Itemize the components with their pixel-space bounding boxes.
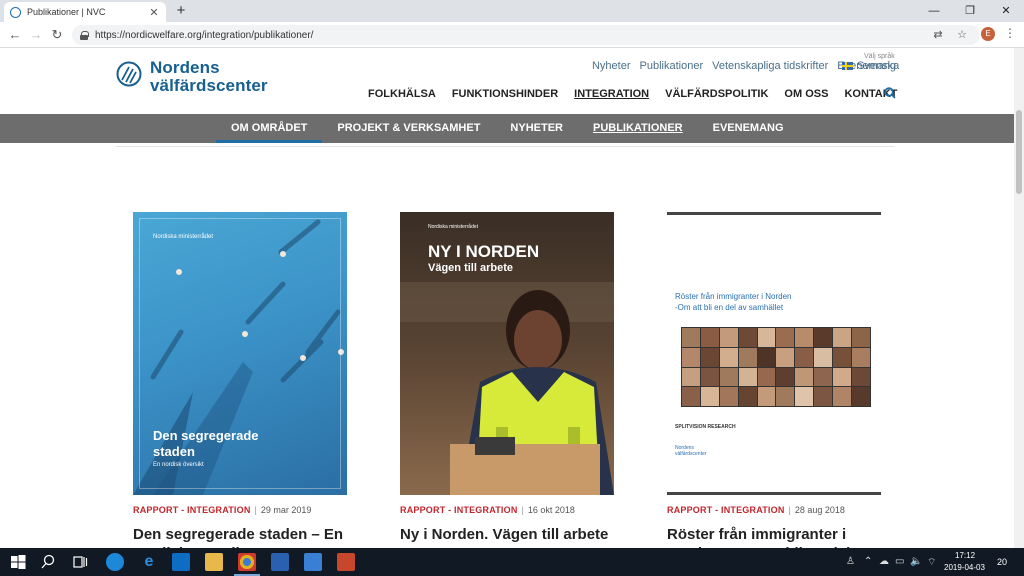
cover-subtitle: En nordisk översikt bbox=[153, 462, 204, 468]
content-divider bbox=[116, 146, 895, 147]
people-icon[interactable]: ♙ bbox=[846, 556, 855, 567]
maximize-button[interactable]: ❐ bbox=[952, 0, 988, 22]
publication-cover[interactable]: Nordiska ministerrådet Den segregerade s… bbox=[133, 212, 347, 495]
publication-meta: RAPPORT - INTEGRATION | 28 aug 2018 bbox=[667, 505, 845, 515]
translate-icon[interactable]: ⇄ bbox=[930, 26, 946, 44]
nav-valfardspolitik[interactable]: VÄLFÄRDSPOLITIK bbox=[665, 88, 768, 100]
language-value: Svenska bbox=[857, 60, 900, 72]
toplink-publikationer[interactable]: Publikationer bbox=[640, 60, 704, 72]
back-arrow-icon[interactable]: ← bbox=[6, 26, 24, 44]
language-label: Välj språk bbox=[864, 53, 895, 60]
publication-date: 29 mar 2019 bbox=[260, 505, 312, 515]
cover-title: Röster från immigranter i Norden -Om att… bbox=[675, 292, 792, 312]
taskbar-time[interactable]: 17:12 bbox=[955, 551, 975, 560]
cover-org: Nordiska ministerrådet bbox=[153, 234, 214, 240]
site-favicon-icon bbox=[10, 6, 21, 18]
tab-title: Publikationer | NVC bbox=[27, 7, 106, 17]
web-page: Nordens välfärdscenter Nyheter Publikati… bbox=[0, 48, 1014, 548]
swedish-flag-icon bbox=[842, 62, 853, 70]
publication-category[interactable]: RAPPORT - INTEGRATION bbox=[667, 505, 785, 515]
notification-count[interactable]: 20 bbox=[997, 557, 1007, 567]
subnav-publikationer[interactable]: PUBLIKATIONER bbox=[578, 114, 698, 143]
subnav-om-omradet[interactable]: OM OMRÅDET bbox=[216, 114, 323, 143]
publication-card[interactable]: Röster från immigranter i Norden -Om att… bbox=[667, 212, 881, 548]
file-explorer-icon[interactable] bbox=[205, 553, 223, 571]
edge-icon[interactable]: e bbox=[140, 553, 158, 571]
page-scrollbar[interactable] bbox=[1014, 48, 1024, 548]
logo-line-2: välfärdscenter bbox=[150, 76, 268, 95]
toplink-tidskrifter[interactable]: Vetenskapliga tidskrifter bbox=[712, 60, 828, 72]
publication-card[interactable]: Nordiska ministerrådet NY I NORDEN Vägen… bbox=[400, 212, 614, 544]
reload-icon[interactable]: ↻ bbox=[48, 26, 66, 44]
main-nav: FOLKHÄLSA FUNKTIONSHINDER INTEGRATION VÄ… bbox=[368, 88, 913, 100]
tray-expand-icon[interactable]: ⌃ bbox=[864, 556, 872, 567]
onedrive-icon[interactable]: ☁ bbox=[879, 556, 889, 567]
battery-icon[interactable]: ▭ bbox=[895, 556, 904, 567]
nav-integration[interactable]: INTEGRATION bbox=[574, 88, 649, 100]
minimize-button[interactable]: — bbox=[916, 0, 952, 22]
nav-funktionshinder[interactable]: FUNKTIONSHINDER bbox=[452, 88, 558, 100]
cover-bottom-rule bbox=[667, 492, 881, 495]
address-bar[interactable]: https://nordicwelfare.org/integration/pu… bbox=[72, 25, 980, 45]
word-icon[interactable] bbox=[271, 553, 289, 571]
network-icon[interactable]: ⌔ bbox=[927, 556, 936, 569]
browser-tab[interactable]: Publikationer | NVC ✕ bbox=[4, 2, 166, 22]
cover-title: NY I NORDEN bbox=[428, 242, 540, 261]
language-selector[interactable]: Svenska bbox=[842, 60, 899, 72]
app-window-icon[interactable] bbox=[304, 553, 322, 571]
publication-date: 28 aug 2018 bbox=[794, 505, 845, 515]
cover-logo: Nordens välfärdscenter bbox=[675, 445, 707, 457]
subnav-projekt[interactable]: PROJEKT & VERKSAMHET bbox=[322, 114, 495, 143]
skype-icon[interactable] bbox=[106, 553, 124, 571]
publication-cover[interactable]: Röster från immigranter i Norden -Om att… bbox=[667, 212, 881, 495]
publication-title[interactable]: Röster från immigranter i Norden – om at… bbox=[667, 525, 881, 548]
windows-start-icon[interactable] bbox=[9, 553, 27, 571]
publication-category[interactable]: RAPPORT - INTEGRATION bbox=[400, 505, 518, 515]
publication-cover[interactable]: Nordiska ministerrådet NY I NORDEN Vägen… bbox=[400, 212, 614, 495]
publication-date: 16 okt 2018 bbox=[527, 505, 575, 515]
publication-title[interactable]: Den segregerade staden – En nordisk över… bbox=[133, 525, 347, 548]
tab-close-icon[interactable]: ✕ bbox=[148, 6, 160, 19]
nav-om-oss[interactable]: OM OSS bbox=[784, 88, 828, 100]
search-taskbar-icon[interactable] bbox=[39, 553, 57, 571]
sub-nav: OM OMRÅDET PROJEKT & VERKSAMHET NYHETER … bbox=[0, 114, 1014, 143]
browser-toolbar: ← → ↻ https://nordicwelfare.org/integrat… bbox=[0, 22, 1024, 48]
publication-meta: RAPPORT - INTEGRATION | 16 okt 2018 bbox=[400, 505, 575, 515]
powerpoint-icon[interactable] bbox=[337, 553, 355, 571]
cover-brand: SPLITVISION RESEARCH bbox=[675, 424, 736, 430]
search-icon[interactable] bbox=[884, 87, 896, 99]
lock-icon bbox=[80, 30, 89, 40]
publication-meta: RAPPORT - INTEGRATION | 29 mar 2019 bbox=[133, 505, 312, 515]
cover-org: Nordiska ministerrådet bbox=[428, 224, 479, 230]
subnav-nyheter[interactable]: NYHETER bbox=[495, 114, 578, 143]
chrome-icon[interactable] bbox=[238, 553, 256, 571]
cover-title: Den segregerade staden bbox=[153, 428, 259, 459]
nav-folkhalsa[interactable]: FOLKHÄLSA bbox=[368, 88, 436, 100]
publication-title[interactable]: Ny i Norden. Vägen till arbete bbox=[400, 525, 614, 544]
nvc-logo-icon bbox=[116, 61, 142, 87]
cover-subtitle: Vägen till arbete bbox=[428, 262, 513, 274]
toplink-nyheter[interactable]: Nyheter bbox=[592, 60, 631, 72]
subnav-evenemang[interactable]: EVENEMANG bbox=[698, 114, 799, 143]
url-text: https://nordicwelfare.org/integration/pu… bbox=[95, 29, 314, 41]
forward-arrow-icon[interactable]: → bbox=[27, 26, 45, 44]
publication-category[interactable]: RAPPORT - INTEGRATION bbox=[133, 505, 251, 515]
close-window-button[interactable]: ✕ bbox=[988, 0, 1024, 22]
volume-icon[interactable]: 🔈 bbox=[910, 556, 922, 567]
browser-tab-strip: Publikationer | NVC ✕ + — ❐ ✕ bbox=[0, 0, 1024, 22]
scrollbar-thumb[interactable] bbox=[1016, 110, 1022, 194]
task-view-icon[interactable] bbox=[71, 553, 89, 571]
cover-photo-portraits bbox=[681, 327, 871, 407]
outlook-icon[interactable] bbox=[172, 553, 190, 571]
browser-menu-icon[interactable]: ⋮ bbox=[1004, 26, 1016, 40]
bookmark-star-icon[interactable]: ☆ bbox=[954, 26, 970, 44]
taskbar-date[interactable]: 2019-04-03 bbox=[944, 563, 985, 572]
new-tab-button[interactable]: + bbox=[172, 2, 190, 20]
logo-line-1: Nordens bbox=[150, 58, 220, 77]
site-logo[interactable]: Nordens välfärdscenter bbox=[116, 59, 268, 95]
windows-taskbar: e ♙ ⌃ ☁ ▭ 🔈 ⌔ 17:12 2019-04-03 20 bbox=[0, 548, 1024, 576]
profile-avatar[interactable]: E bbox=[981, 27, 995, 41]
publication-card[interactable]: Nordiska ministerrådet Den segregerade s… bbox=[133, 212, 347, 548]
